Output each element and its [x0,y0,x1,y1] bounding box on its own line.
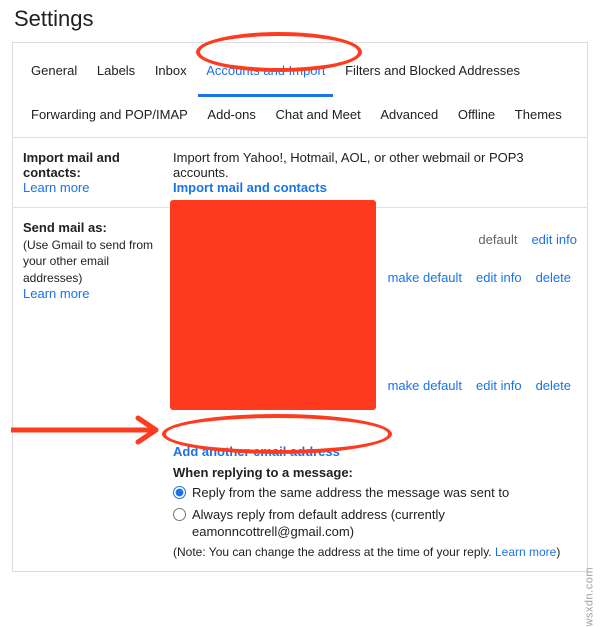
reply-option-default-label: Always reply from default address (curre… [192,506,577,541]
reply-title: When replying to a message: [173,465,577,480]
make-default-link[interactable]: make default [388,270,462,285]
tab-offline[interactable]: Offline [450,97,503,138]
sendas-sub: (Use Gmail to send from your other email… [23,237,163,286]
reply-radio-same[interactable] [173,486,186,499]
reply-option-same-label: Reply from the same address the message … [192,484,509,502]
make-default-link[interactable]: make default [388,378,462,393]
section-import: Import mail and contacts: Learn more Imp… [13,137,587,207]
import-desc: Import from Yahoo!, Hotmail, AOL, or oth… [173,150,577,180]
add-another-email-link[interactable]: Add another email address [173,444,340,459]
tab-filters[interactable]: Filters and Blocked Addresses [337,53,528,94]
sendas-learn-more-link[interactable]: Learn more [23,286,89,301]
default-label: default [478,232,517,247]
import-learn-more-link[interactable]: Learn more [23,180,89,195]
tab-chat[interactable]: Chat and Meet [267,97,368,138]
tab-forwarding[interactable]: Forwarding and POP/IMAP [23,97,196,138]
tab-themes[interactable]: Themes [507,97,570,138]
tabs-bar: General Labels Inbox Accounts and Import… [13,43,587,137]
tab-labels[interactable]: Labels [89,53,143,94]
tab-advanced[interactable]: Advanced [372,97,446,138]
edit-info-link[interactable]: edit info [476,270,522,285]
import-title: Import mail and contacts: [23,150,163,180]
redaction-block [170,200,376,410]
edit-info-link[interactable]: edit info [476,378,522,393]
watermark: wsxdn.com [584,567,596,627]
reply-note: (Note: You can change the address at the… [173,545,577,559]
reply-option-default[interactable]: Always reply from default address (curre… [173,506,577,541]
page-title: Settings [0,0,600,42]
import-action-link[interactable]: Import mail and contacts [173,180,327,195]
reply-radio-default[interactable] [173,508,186,521]
delete-link[interactable]: delete [536,270,571,285]
reply-note-learn-more-link[interactable]: Learn more [495,545,556,559]
reply-option-same[interactable]: Reply from the same address the message … [173,484,577,502]
tab-addons[interactable]: Add-ons [199,97,263,138]
tab-general[interactable]: General [23,53,85,94]
edit-info-link[interactable]: edit info [531,232,577,247]
tab-inbox[interactable]: Inbox [147,53,195,94]
sendas-title: Send mail as: [23,220,163,235]
delete-link[interactable]: delete [536,378,571,393]
tab-accounts-and-import[interactable]: Accounts and Import [198,53,333,97]
